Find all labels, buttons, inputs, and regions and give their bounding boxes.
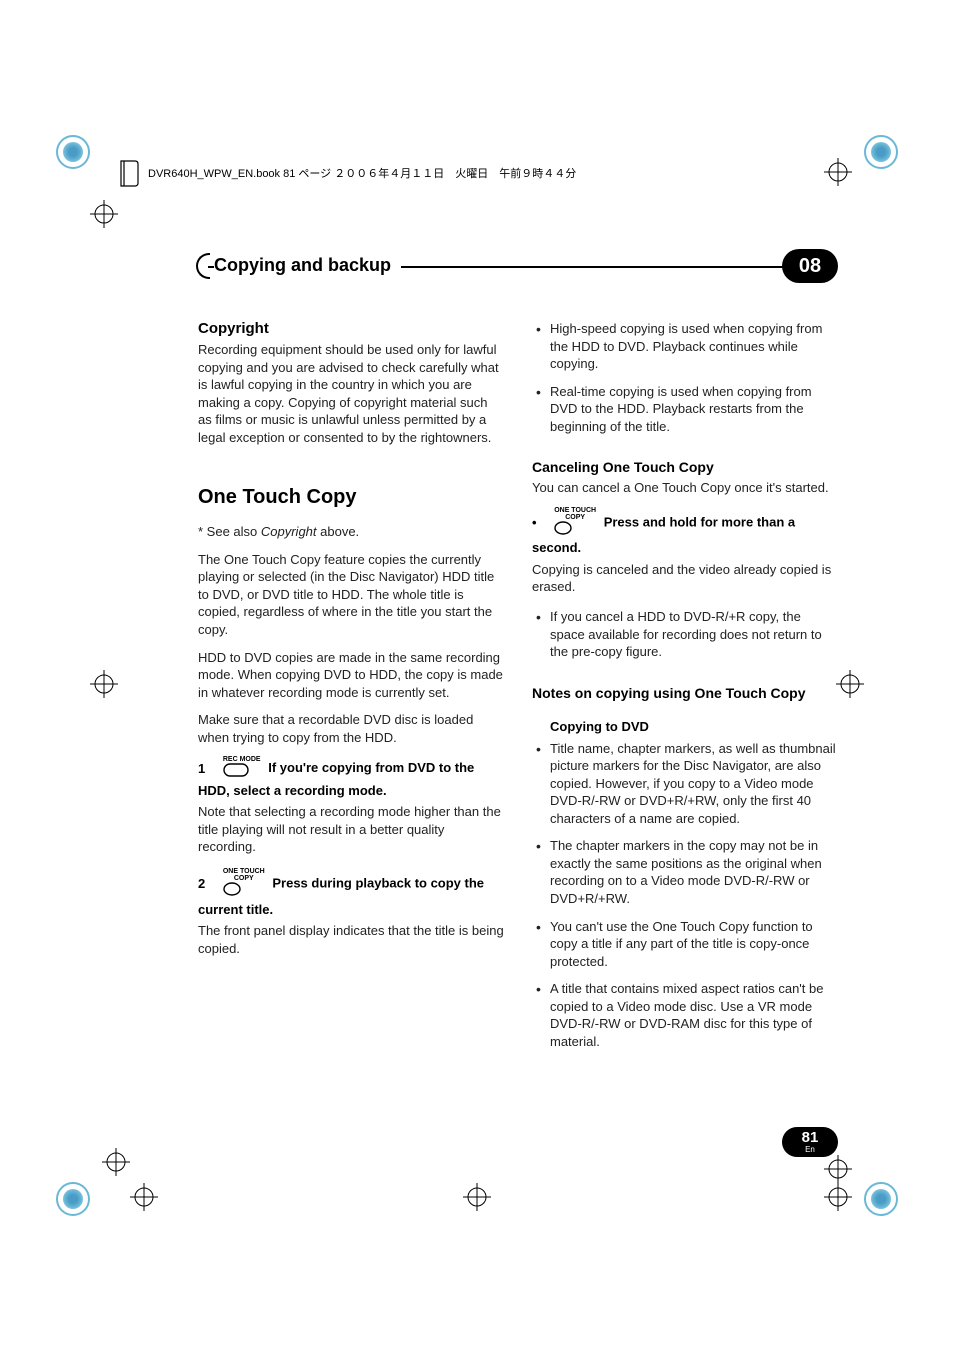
paragraph: The One Touch Copy feature copies the cu…: [198, 551, 504, 639]
text: * See also: [198, 524, 261, 539]
paragraph: Make sure that a recordable DVD disc is …: [198, 711, 504, 746]
step-body: Note that selecting a recording mode hig…: [198, 803, 504, 856]
paragraph: Recording equipment should be used only …: [198, 341, 504, 446]
right-column: High-speed copying is used when copying …: [532, 320, 838, 1060]
crosshair-icon: [463, 1183, 491, 1211]
step-2: 2 ONE TOUCH COPY Press during playback t…: [198, 868, 504, 918]
text: above.: [317, 524, 360, 539]
list-item: If you cancel a HDD to DVD-R/+R copy, th…: [550, 608, 838, 661]
crosshair-icon: [90, 670, 118, 698]
crosshair-icon: [824, 1155, 852, 1183]
button-label: ONE TOUCH: [554, 507, 596, 514]
heading-copying-to-dvd: Copying to DVD: [550, 719, 838, 734]
step-number: 1: [198, 761, 205, 776]
page-content: Copyright Recording equipment should be …: [198, 320, 838, 1060]
crosshair-icon: [130, 1183, 158, 1211]
list-item: The chapter markers in the copy may not …: [550, 837, 838, 907]
rec-mode-button-icon: REC MODE: [223, 756, 261, 782]
crosshair-icon: [836, 670, 864, 698]
chapter-number: 08: [799, 255, 821, 278]
list-item: You can't use the One Touch Copy functio…: [550, 918, 838, 971]
paragraph: HDD to DVD copies are made in the same r…: [198, 649, 504, 702]
step-body: Copying is canceled and the video alread…: [532, 561, 838, 596]
one-touch-copy-button-icon: ONE TOUCH COPY: [554, 507, 596, 540]
step-1: 1 REC MODE If you're copying from DVD to…: [198, 756, 504, 799]
page-number-badge: 81 En: [782, 1127, 838, 1157]
chapter-title: Copying and backup: [214, 255, 401, 276]
list-item: Real-time copying is used when copying f…: [550, 383, 838, 436]
heading-copyright: Copyright: [198, 320, 504, 337]
registration-mark: [864, 1182, 898, 1216]
registration-mark: [56, 1182, 90, 1216]
list-item: Title name, chapter markers, as well as …: [550, 740, 838, 828]
page-number: 81: [802, 1130, 819, 1145]
page-lang: En: [805, 1146, 815, 1154]
book-icon: [118, 159, 140, 187]
button-label: REC MODE: [223, 756, 261, 763]
print-header-text: DVR640H_WPW_EN.book 81 ページ ２００６年４月１１日 火曜…: [148, 165, 576, 181]
chapter-header: Copying and backup 08: [196, 253, 838, 279]
left-column: Copyright Recording equipment should be …: [198, 320, 504, 1060]
paragraph: You can cancel a One Touch Copy once it'…: [532, 479, 838, 497]
heading-notes: Notes on copying using One Touch Copy: [532, 685, 838, 701]
crosshair-icon: [824, 158, 852, 186]
crosshair-icon: [90, 200, 118, 228]
bullet-list: High-speed copying is used when copying …: [532, 320, 838, 435]
one-touch-copy-button-icon: ONE TOUCH COPY: [223, 868, 265, 901]
list-item: A title that contains mixed aspect ratio…: [550, 980, 838, 1050]
bullet-list: Title name, chapter markers, as well as …: [532, 740, 838, 1051]
bullet: •: [532, 515, 537, 530]
chapter-number-pill: 08: [782, 249, 838, 283]
paragraph: * See also Copyright above.: [198, 523, 504, 541]
button-label: COPY: [223, 875, 265, 882]
button-label: COPY: [554, 514, 596, 521]
text-italic: Copyright: [261, 524, 317, 539]
registration-mark: [864, 135, 898, 169]
bullet-list: If you cancel a HDD to DVD-R/+R copy, th…: [532, 608, 838, 661]
crosshair-icon: [102, 1148, 130, 1176]
registration-mark: [56, 135, 90, 169]
heading-one-touch-copy: One Touch Copy: [198, 486, 504, 509]
print-header: DVR640H_WPW_EN.book 81 ページ ２００６年４月１１日 火曜…: [118, 159, 576, 187]
list-item: High-speed copying is used when copying …: [550, 320, 838, 373]
step-number: 2: [198, 876, 205, 891]
step-body: The front panel display indicates that t…: [198, 922, 504, 957]
button-label: ONE TOUCH: [223, 868, 265, 875]
crosshair-icon: [824, 1183, 852, 1211]
heading-canceling: Canceling One Touch Copy: [532, 459, 838, 475]
cancel-step: • ONE TOUCH COPY Press and hold for more…: [532, 507, 838, 557]
